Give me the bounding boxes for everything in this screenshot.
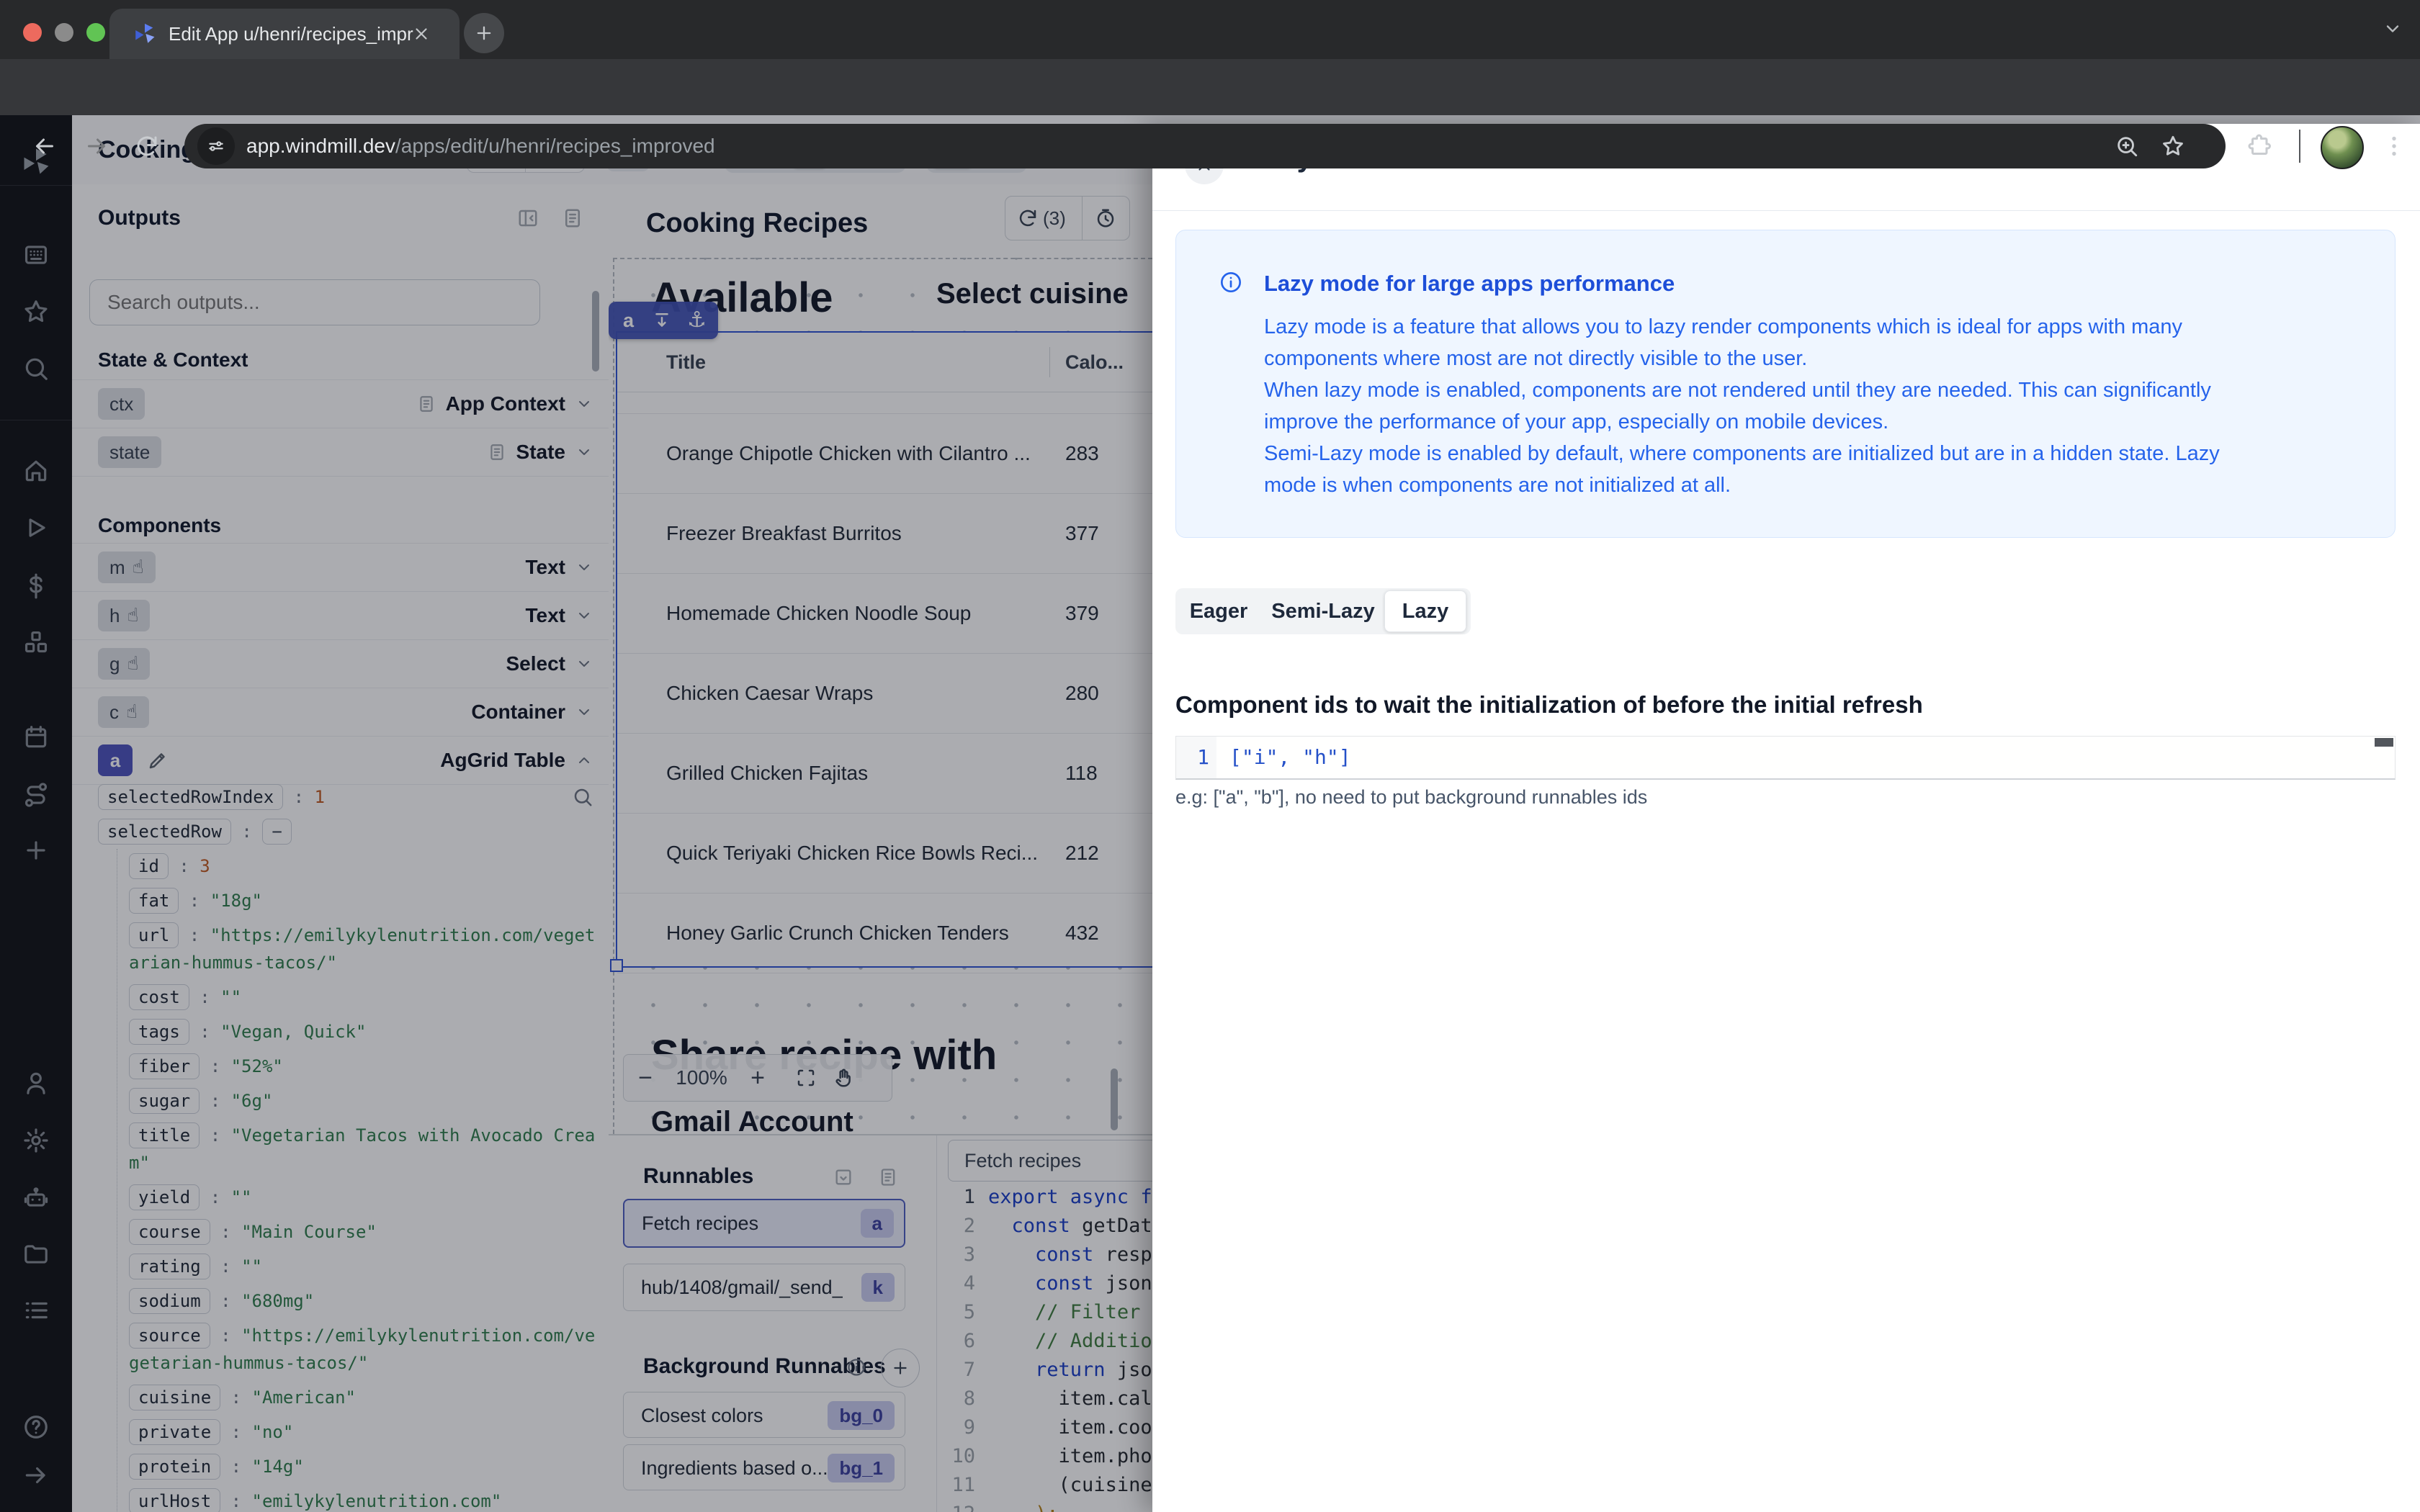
info-paragraph: Semi-Lazy mode is enabled by default, wh… (1264, 442, 2220, 497)
component-ids-heading: Component ids to wait the initialization… (1175, 691, 1923, 718)
info-box-title: Lazy mode for large apps performance (1264, 271, 1675, 296)
mode-option-lazy[interactable]: Lazy (1384, 590, 1466, 632)
windmill-favicon (135, 23, 155, 43)
info-icon (1221, 272, 1241, 292)
lazy-mode-drawer: Lazy Mode Lazy mode for large apps perfo… (1152, 124, 2420, 1512)
component-ids-editor[interactable]: 1 ["i", "h"] (1175, 736, 2396, 780)
screenshot-root: Edit App u/henri/recipes_impr app.windmi… (0, 0, 2420, 1512)
info-paragraph: Lazy mode is a feature that allows you t… (1264, 315, 2183, 370)
site-controls-icon (209, 141, 223, 151)
browser-menu-icon[interactable] (2381, 133, 2407, 159)
tab-search-chevron-icon[interactable] (2383, 19, 2403, 39)
app-page: Cooking Recipes (0, 115, 2420, 1512)
browser-toolbar: app.windmill.dev/apps/edit/u/henri/recip… (0, 59, 2420, 169)
plus-icon (477, 26, 491, 40)
info-paragraph: When lazy mode is enabled, components ar… (1264, 379, 2211, 433)
traffic-light-minimize[interactable] (55, 23, 73, 42)
reload-icon[interactable] (134, 133, 160, 159)
browser-chrome: Edit App u/henri/recipes_impr app.windmi… (0, 0, 2420, 169)
lazy-mode-segmented-control: Eager Semi-Lazy Lazy (1175, 588, 1471, 634)
back-icon[interactable] (32, 133, 58, 159)
new-tab-button[interactable] (464, 13, 504, 53)
traffic-light-close[interactable] (23, 23, 42, 42)
drawer-header-divider (1152, 210, 2420, 211)
bookmark-star-icon[interactable] (2161, 134, 2185, 158)
lazy-mode-info-box: Lazy mode for large apps performance Laz… (1175, 230, 2396, 538)
extensions-puzzle-icon[interactable] (2247, 133, 2273, 159)
forward-icon[interactable] (84, 133, 109, 159)
tab-close-icon[interactable] (412, 24, 431, 43)
url-host: app.windmill.dev (246, 135, 395, 157)
url-path: /apps/edit/u/henri/recipes_improved (395, 135, 715, 157)
mode-option-eager[interactable]: Eager (1175, 588, 1262, 634)
url-bar[interactable]: app.windmill.dev/apps/edit/u/henri/recip… (184, 124, 2226, 168)
url-text: app.windmill.dev/apps/edit/u/henri/recip… (246, 124, 715, 168)
traffic-light-maximize[interactable] (86, 23, 105, 42)
profile-avatar[interactable] (2321, 126, 2364, 169)
site-info-button[interactable] (197, 127, 235, 165)
line-number: 1 (1197, 745, 1209, 769)
zoom-icon[interactable] (2115, 134, 2139, 158)
browser-tab[interactable]: Edit App u/henri/recipes_impr (109, 9, 460, 59)
ids-helper-text: e.g: ["a", "b"], no need to put backgrou… (1175, 786, 1648, 808)
tab-title: Edit App u/henri/recipes_impr (169, 23, 413, 45)
mode-option-semi-lazy[interactable]: Semi-Lazy (1262, 588, 1384, 634)
editor-scrollbar-chip[interactable] (2375, 738, 2393, 747)
toolbar-separator (2299, 130, 2300, 163)
tab-strip: Edit App u/henri/recipes_impr (0, 0, 2420, 59)
component-ids-value[interactable]: ["i", "h"] (1229, 737, 1351, 778)
info-box-body: Lazy mode is a feature that allows you t… (1264, 311, 2251, 501)
